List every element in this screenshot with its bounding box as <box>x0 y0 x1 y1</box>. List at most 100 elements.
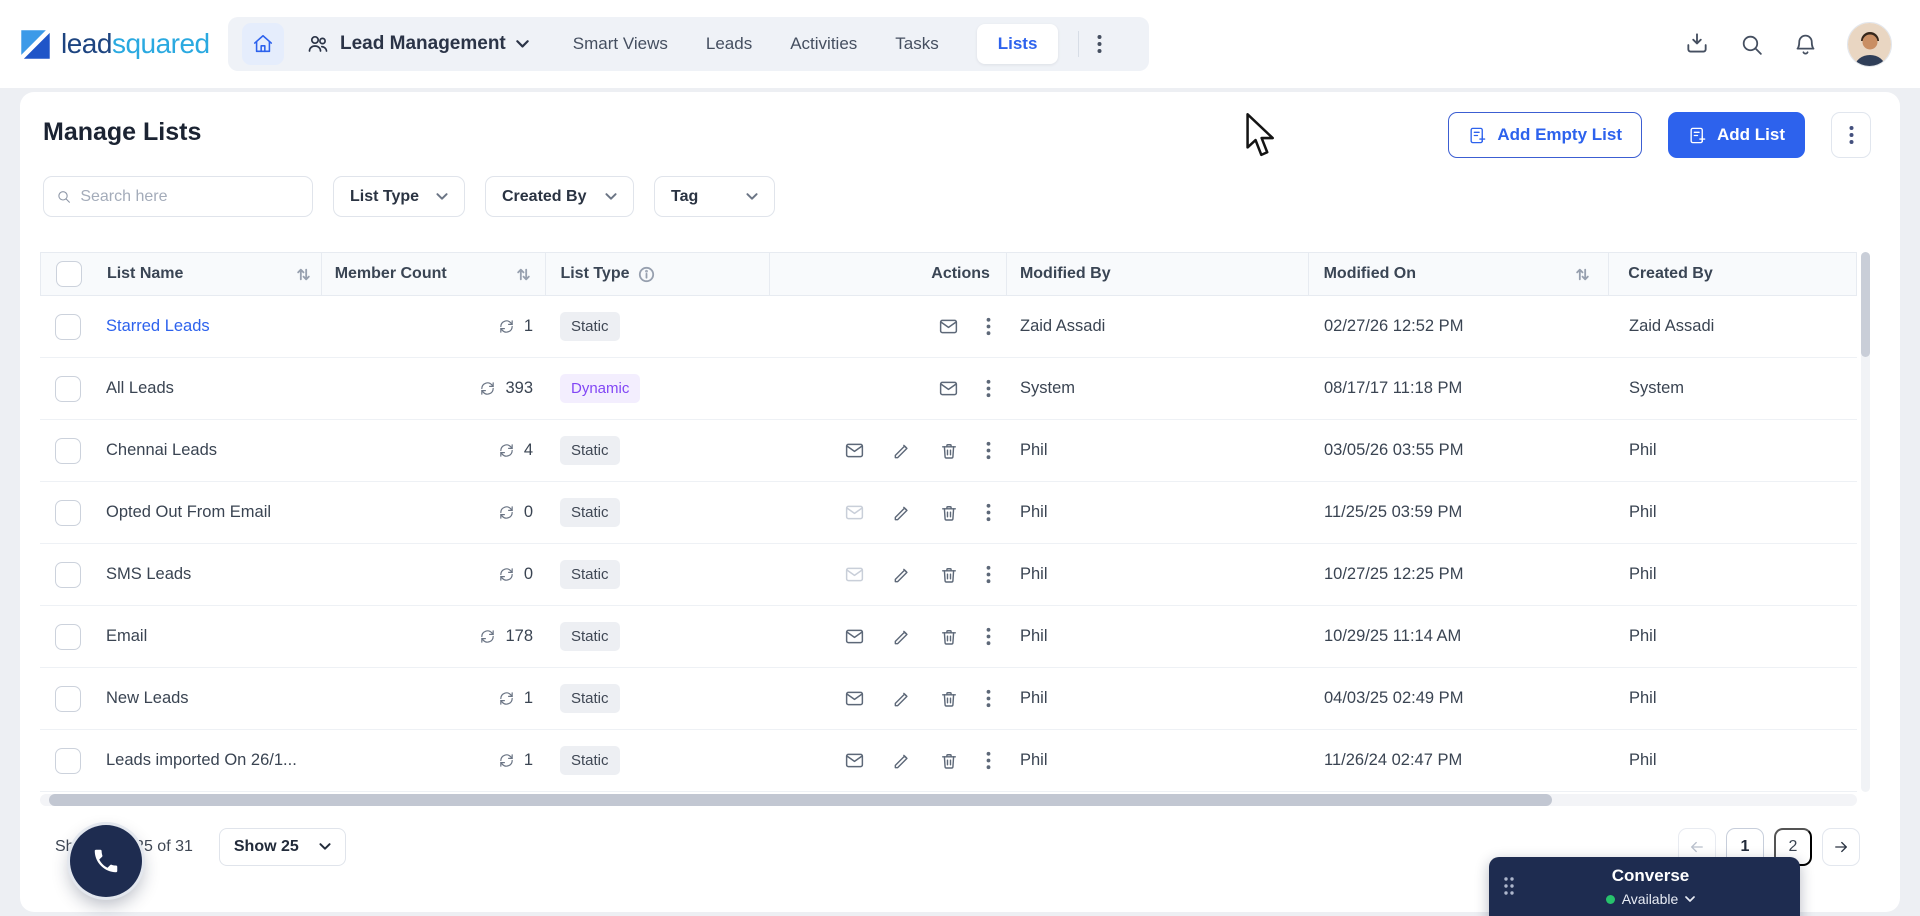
search-input[interactable] <box>80 187 300 206</box>
list-name[interactable]: Starred Leads <box>106 317 210 335</box>
avatar[interactable] <box>1847 21 1892 67</box>
modified-on-value: 03/05/26 03:55 PM <box>1324 441 1464 459</box>
nav-more-button[interactable] <box>1089 30 1110 58</box>
modified-on-value: 10/29/25 11:14 AM <box>1324 627 1462 645</box>
sync-icon[interactable] <box>498 442 515 459</box>
row-more-button[interactable] <box>986 503 991 522</box>
sort-arrows-icon[interactable] <box>296 267 311 282</box>
delete-list-button[interactable] <box>939 751 959 771</box>
sync-icon[interactable] <box>498 752 515 769</box>
list-type-filter[interactable]: List Type <box>333 176 465 217</box>
tab-tasks[interactable]: Tasks <box>895 34 938 54</box>
next-page-button[interactable] <box>1822 828 1860 866</box>
send-email-button[interactable] <box>844 502 865 523</box>
edit-list-button[interactable] <box>892 503 912 523</box>
page-title: Manage Lists <box>43 118 202 146</box>
table-body: Starred Leads 1 Static Zaid Assadi 02/27/26 … <box>40 296 1857 792</box>
home-icon <box>253 34 273 53</box>
row-more-button[interactable] <box>986 565 991 584</box>
row-more-button[interactable] <box>986 441 991 460</box>
phone-icon <box>94 849 118 873</box>
edit-list-button[interactable] <box>892 751 912 771</box>
table-row: Email 178 Static Phil 10/29/25 11:14 AM Phil <box>40 606 1857 668</box>
edit-list-button[interactable] <box>892 689 912 709</box>
converse-status[interactable]: Available <box>1605 891 1696 907</box>
phone-call-fab[interactable] <box>70 825 142 897</box>
sync-icon[interactable] <box>479 628 496 645</box>
add-list-button[interactable]: Add List <box>1668 112 1805 158</box>
modified-by-value: Phil <box>1020 503 1048 521</box>
edit-list-button[interactable] <box>892 565 912 585</box>
created-by-value: Phil <box>1629 751 1657 769</box>
created-by-filter[interactable]: Created By <box>485 176 634 217</box>
sync-icon[interactable] <box>498 504 515 521</box>
pencil-icon <box>894 506 908 520</box>
send-email-button[interactable] <box>844 688 865 709</box>
chevron-down-icon <box>746 192 758 200</box>
sync-icon[interactable] <box>479 380 496 397</box>
envelope-icon <box>845 505 864 520</box>
notifications-button[interactable] <box>1793 32 1818 57</box>
converse-title: Converse <box>1611 866 1690 885</box>
tab-leads[interactable]: Leads <box>706 34 752 54</box>
delete-list-button[interactable] <box>939 565 959 585</box>
select-all-checkbox[interactable] <box>56 261 82 287</box>
drag-handle-icon[interactable] <box>1503 876 1515 896</box>
converse-widget[interactable]: Converse Available <box>1489 857 1800 916</box>
page-more-button[interactable] <box>1831 112 1871 158</box>
kebab-icon <box>1097 35 1102 53</box>
send-email-button[interactable] <box>844 626 865 647</box>
member-count-value: 1 <box>523 689 533 707</box>
sort-arrows-icon[interactable] <box>516 267 531 282</box>
row-checkbox[interactable] <box>55 313 81 340</box>
horizontal-scrollbar-thumb[interactable] <box>49 794 1552 806</box>
info-icon[interactable] <box>638 266 655 283</box>
search-button[interactable] <box>1739 32 1764 57</box>
row-checkbox[interactable] <box>55 499 81 526</box>
tag-filter[interactable]: Tag <box>654 176 775 217</box>
add-empty-list-button[interactable]: Add Empty List <box>1448 112 1642 158</box>
sync-icon[interactable] <box>498 566 515 583</box>
send-email-button[interactable] <box>844 750 865 771</box>
row-checkbox[interactable] <box>55 685 81 712</box>
delete-list-button[interactable] <box>939 503 959 523</box>
vertical-scrollbar-thumb[interactable] <box>1861 252 1870 357</box>
row-more-button[interactable] <box>986 751 991 770</box>
send-email-button[interactable] <box>938 316 959 337</box>
row-checkbox[interactable] <box>55 375 81 402</box>
row-checkbox[interactable] <box>55 561 81 588</box>
edit-list-button[interactable] <box>892 441 912 461</box>
avatar-image <box>1848 22 1891 66</box>
envelope-icon <box>939 381 958 396</box>
sync-icon[interactable] <box>498 318 515 335</box>
tab-smart-views[interactable]: Smart Views <box>573 34 668 54</box>
row-checkbox[interactable] <box>55 437 81 464</box>
edit-list-button[interactable] <box>892 627 912 647</box>
delete-list-button[interactable] <box>939 689 959 709</box>
leadsquared-logo[interactable]: leadsquared <box>20 0 210 88</box>
list-type-badge: Static <box>560 622 620 651</box>
tab-activities[interactable]: Activities <box>790 34 857 54</box>
row-more-button[interactable] <box>986 627 991 646</box>
send-email-button[interactable] <box>844 564 865 585</box>
row-checkbox[interactable] <box>55 623 81 650</box>
vertical-scrollbar[interactable] <box>1861 252 1870 792</box>
row-checkbox[interactable] <box>55 747 81 774</box>
page-size-dropdown[interactable]: Show 25 <box>218 828 346 866</box>
send-email-button[interactable] <box>844 440 865 461</box>
horizontal-scrollbar[interactable] <box>40 794 1857 806</box>
modified-on-value: 10/27/25 12:25 PM <box>1324 565 1464 583</box>
delete-list-button[interactable] <box>939 441 959 461</box>
workspace-selector[interactable]: Lead Management <box>306 32 529 56</box>
sync-icon[interactable] <box>498 690 515 707</box>
sort-arrows-icon[interactable] <box>1575 267 1590 282</box>
list-type-filter-label: List Type <box>350 187 420 205</box>
delete-list-button[interactable] <box>939 627 959 647</box>
row-more-button[interactable] <box>986 689 991 708</box>
row-more-button[interactable] <box>986 379 991 398</box>
inbox-button[interactable] <box>1684 31 1710 57</box>
send-email-button[interactable] <box>938 378 959 399</box>
row-more-button[interactable] <box>986 317 991 336</box>
home-button[interactable] <box>242 23 284 65</box>
tab-lists[interactable]: Lists <box>976 24 1059 64</box>
